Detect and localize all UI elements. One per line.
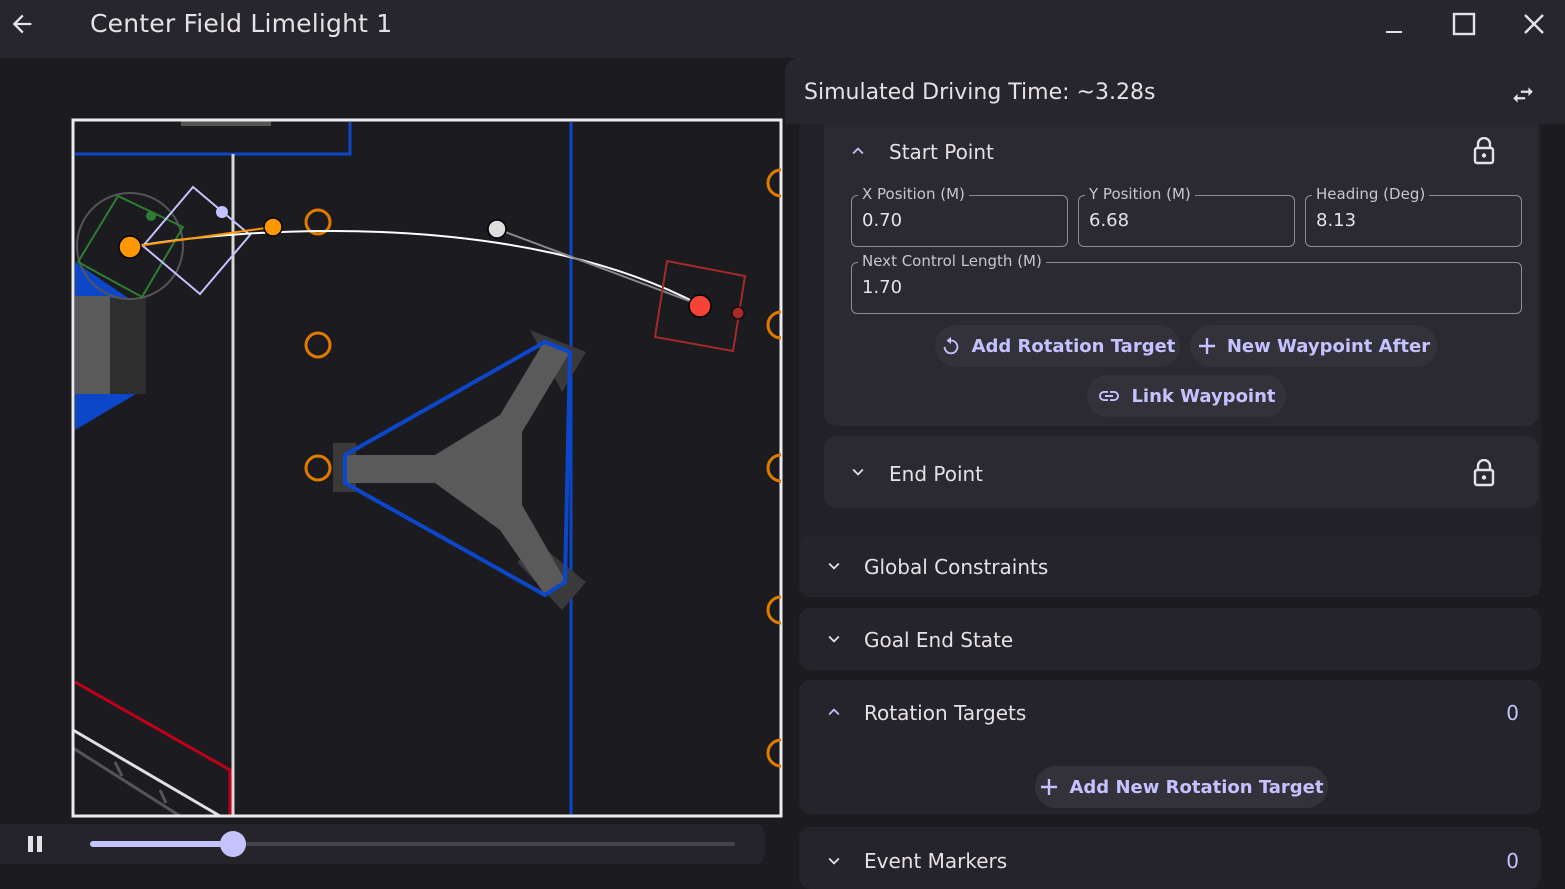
start-waypoint[interactable]	[118, 235, 142, 259]
event-markers-expand-button[interactable]	[822, 849, 846, 873]
start-point-lock-button[interactable]	[1469, 134, 1499, 168]
plus-icon	[1198, 338, 1215, 354]
x-position-field[interactable]: X Position (M)	[851, 185, 1068, 247]
event-markers-label: Event Markers	[864, 849, 1008, 873]
field-map[interactable]	[0, 58, 785, 824]
chevron-down-icon	[852, 468, 864, 476]
playback-slider[interactable]	[90, 831, 735, 857]
minimize-button[interactable]	[1374, 6, 1414, 42]
heading-field[interactable]: Heading (Deg)	[1305, 185, 1522, 247]
rotate-left-icon	[943, 336, 958, 355]
close-icon	[1524, 14, 1544, 34]
chevron-down-icon	[828, 562, 840, 570]
global-constraints-label: Global Constraints	[864, 555, 1049, 579]
x-position-input[interactable]	[862, 210, 1056, 231]
title-bar: Center Field Limelight 1	[0, 0, 1565, 58]
path-sidebar: Simulated Driving Time: ~3.28s Start Poi…	[785, 58, 1565, 889]
y-position-label: Y Position (M)	[1085, 185, 1195, 203]
end-point-card[interactable]: End Point	[824, 436, 1538, 508]
y-position-input[interactable]	[1089, 210, 1283, 231]
pause-icon	[28, 836, 42, 852]
end-point-lock-button[interactable]	[1469, 456, 1499, 490]
event-markers-count: 0	[1506, 849, 1519, 873]
close-button[interactable]	[1514, 6, 1554, 42]
goal-end-state-section[interactable]: Goal End State	[799, 608, 1541, 670]
next-control-length-input[interactable]	[862, 277, 1465, 298]
pause-button[interactable]	[18, 830, 52, 858]
add-rotation-target-label: Add Rotation Target	[971, 335, 1176, 357]
chevron-down-icon	[828, 857, 840, 865]
robot-preview-heading-dot	[216, 206, 228, 218]
speaker-block	[75, 296, 110, 394]
chevron-down-icon	[828, 635, 840, 643]
event-markers-section[interactable]: Event Markers 0	[799, 827, 1541, 889]
rotation-targets-label: Rotation Targets	[864, 701, 1027, 725]
playback-slider-thumb[interactable]	[220, 831, 247, 857]
robot-start-heading-dot	[146, 211, 156, 221]
goal-end-state-label: Goal End State	[864, 628, 1014, 652]
playback-slider-fill	[90, 841, 234, 847]
end-point-expand-button[interactable]	[846, 460, 870, 484]
rotation-targets-collapse-button[interactable]	[822, 700, 846, 724]
swap-horizontal-icon	[1513, 87, 1533, 103]
new-waypoint-after-button[interactable]: New Waypoint After	[1190, 325, 1437, 367]
window-title: Center Field Limelight 1	[90, 9, 393, 38]
lock-icon	[1473, 459, 1495, 487]
link-waypoint-label: Link Waypoint	[1131, 385, 1276, 407]
heading-input[interactable]	[1316, 210, 1510, 231]
speaker-shadow	[110, 298, 146, 394]
arrow-left-icon	[12, 14, 32, 34]
minimize-icon	[1386, 31, 1402, 33]
goal-end-state-expand-button[interactable]	[822, 627, 846, 651]
start-point-label: Start Point	[889, 140, 994, 164]
start-control-point[interactable]	[263, 217, 283, 237]
start-point-collapse-button[interactable]	[846, 139, 870, 163]
link-waypoint-button[interactable]: Link Waypoint	[1087, 375, 1286, 417]
lock-icon	[1473, 137, 1495, 165]
playback-bar	[0, 824, 765, 864]
heading-label: Heading (Deg)	[1312, 185, 1430, 203]
add-new-rotation-target-button[interactable]: Add New Rotation Target	[1035, 766, 1328, 808]
maximize-icon	[1452, 12, 1476, 36]
new-waypoint-after-label: New Waypoint After	[1226, 335, 1431, 357]
x-position-label: X Position (M)	[858, 185, 969, 203]
global-constraints-expand-button[interactable]	[822, 554, 846, 578]
end-point-label: End Point	[889, 462, 984, 486]
rotation-targets-section: Rotation Targets 0 Add New Rotation Targ…	[799, 680, 1541, 814]
path-editor-canvas[interactable]	[0, 58, 785, 871]
chevron-up-icon	[828, 708, 840, 716]
back-button[interactable]	[4, 6, 40, 42]
add-new-rotation-target-label: Add New Rotation Target	[1069, 776, 1324, 798]
add-rotation-target-button[interactable]: Add Rotation Target	[935, 325, 1180, 367]
end-control-point[interactable]	[487, 219, 507, 239]
plus-icon	[1041, 779, 1058, 795]
y-position-field[interactable]: Y Position (M)	[1078, 185, 1295, 247]
start-point-card: Start Point X Position (M) Y Position (M…	[824, 124, 1538, 426]
waypoints-group: Start Point X Position (M) Y Position (M…	[799, 124, 1541, 584]
rotation-targets-count: 0	[1506, 701, 1519, 725]
maximize-button[interactable]	[1444, 6, 1484, 42]
sidebar-header: Simulated Driving Time: ~3.28s	[785, 58, 1565, 124]
simulated-driving-time: Simulated Driving Time: ~3.28s	[804, 80, 1156, 105]
next-control-length-field[interactable]: Next Control Length (M)	[851, 252, 1522, 314]
chevron-up-icon	[852, 147, 864, 155]
next-control-length-label: Next Control Length (M)	[858, 252, 1046, 270]
swap-sidebar-button[interactable]	[1506, 78, 1540, 112]
global-constraints-section[interactable]: Global Constraints	[799, 535, 1541, 597]
link-icon	[1099, 391, 1120, 401]
robot-end-heading-dot[interactable]	[731, 306, 745, 320]
end-waypoint[interactable]	[688, 294, 712, 318]
